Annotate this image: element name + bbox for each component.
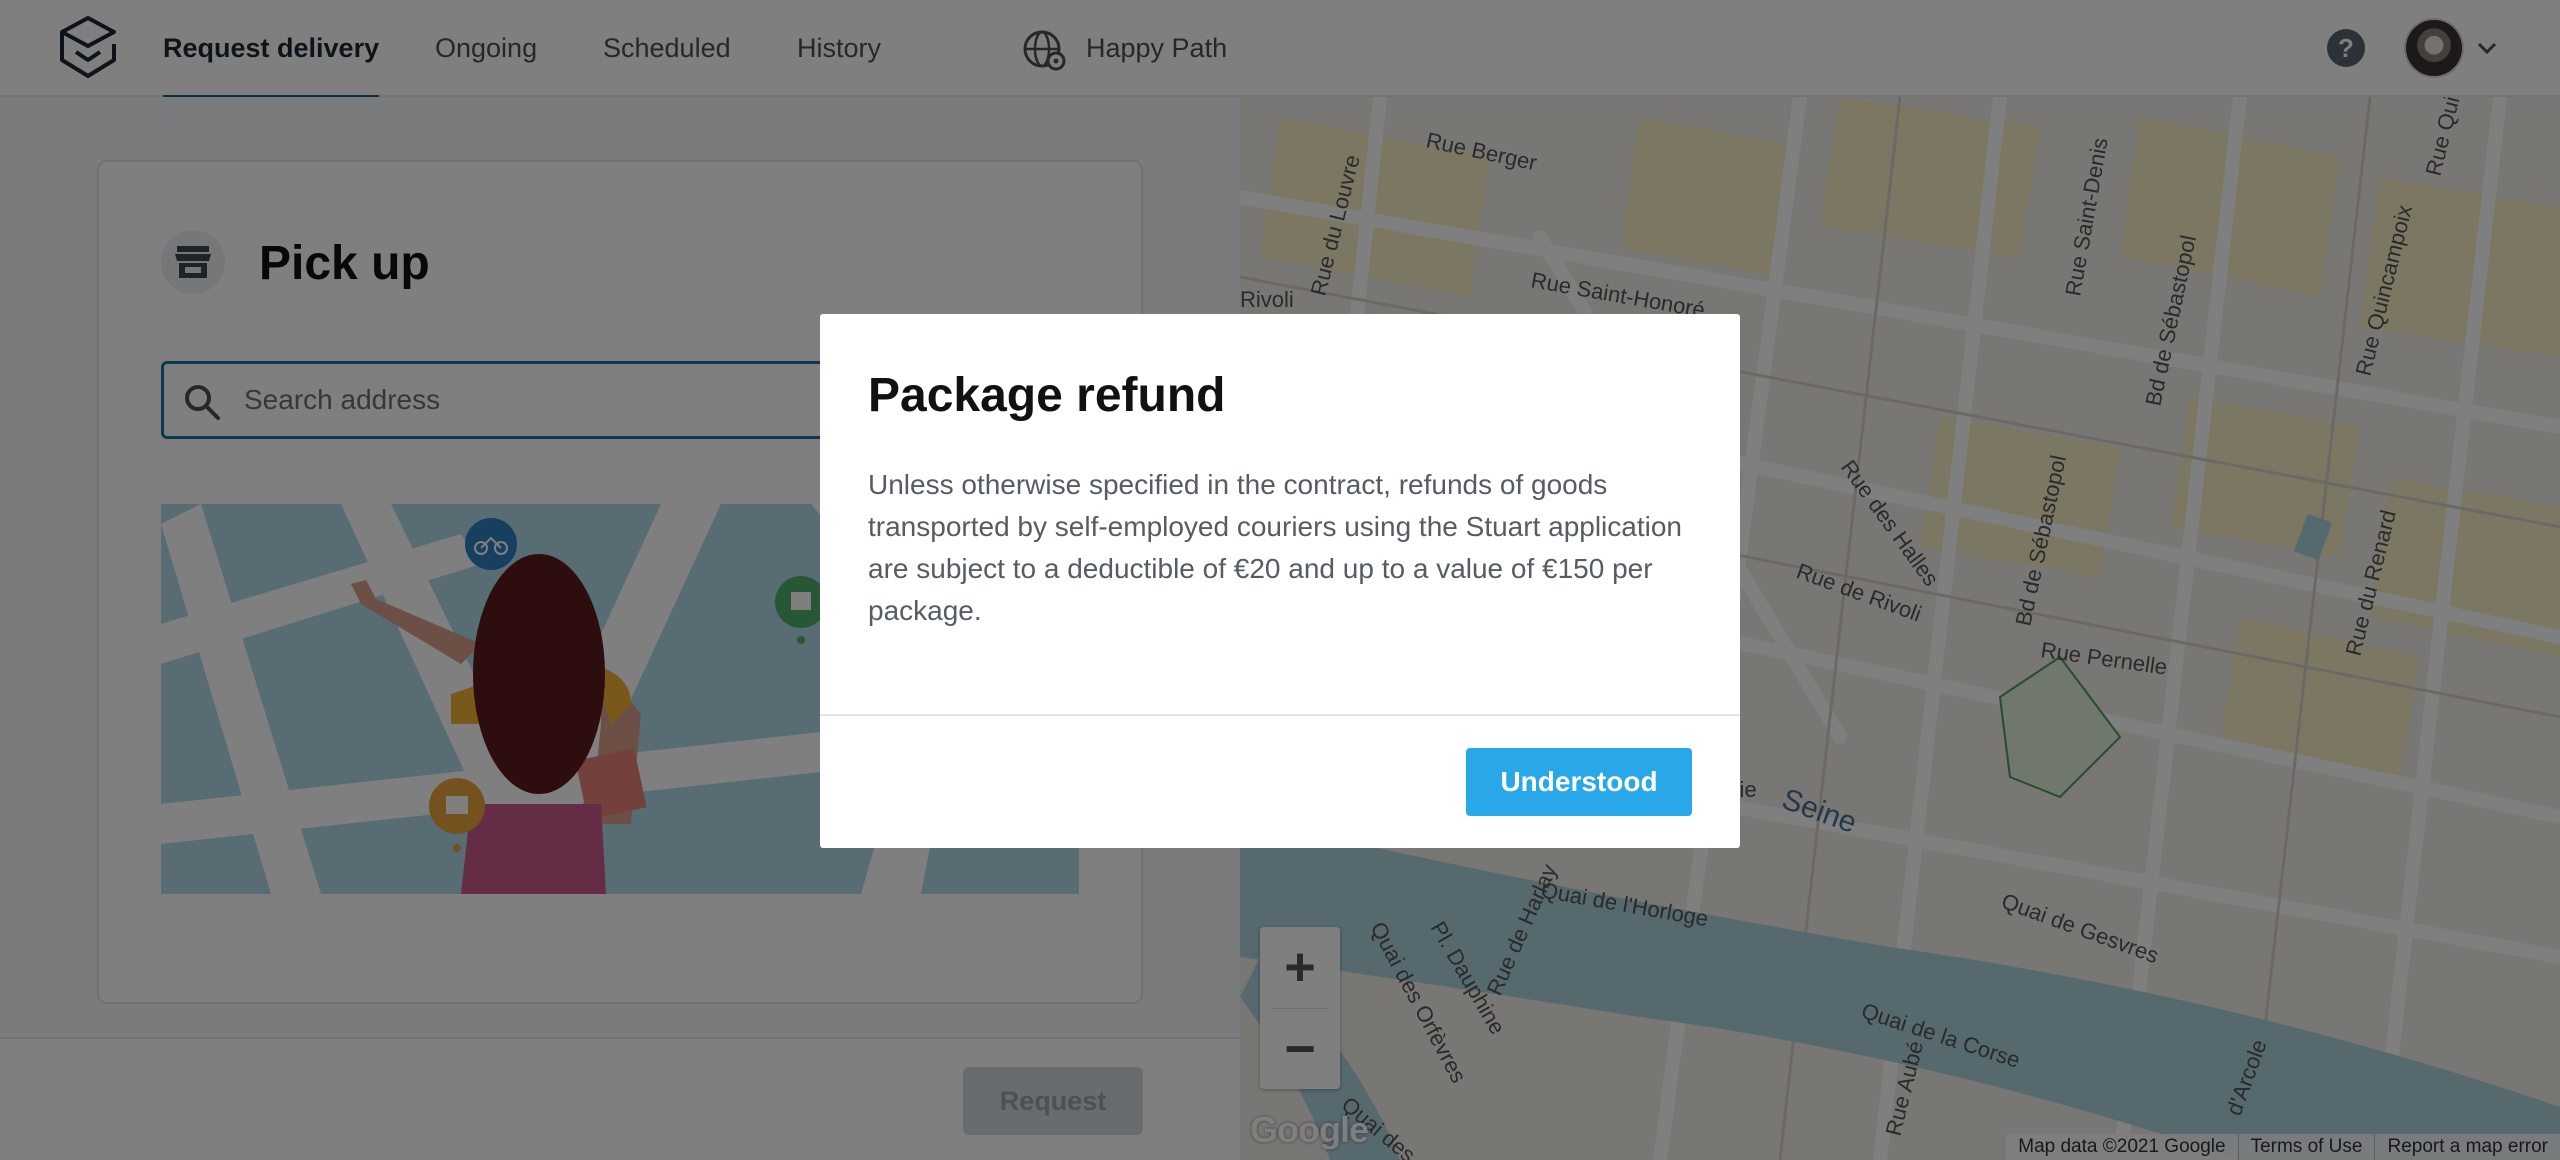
package-refund-dialog: Package refund Unless otherwise specifie… [820,314,1740,848]
dialog-title: Package refund [868,369,1226,422]
understood-button[interactable]: Understood [1466,748,1692,816]
dialog-body-text: Unless otherwise specified in the contra… [868,469,1682,626]
dialog-divider [820,714,1740,716]
